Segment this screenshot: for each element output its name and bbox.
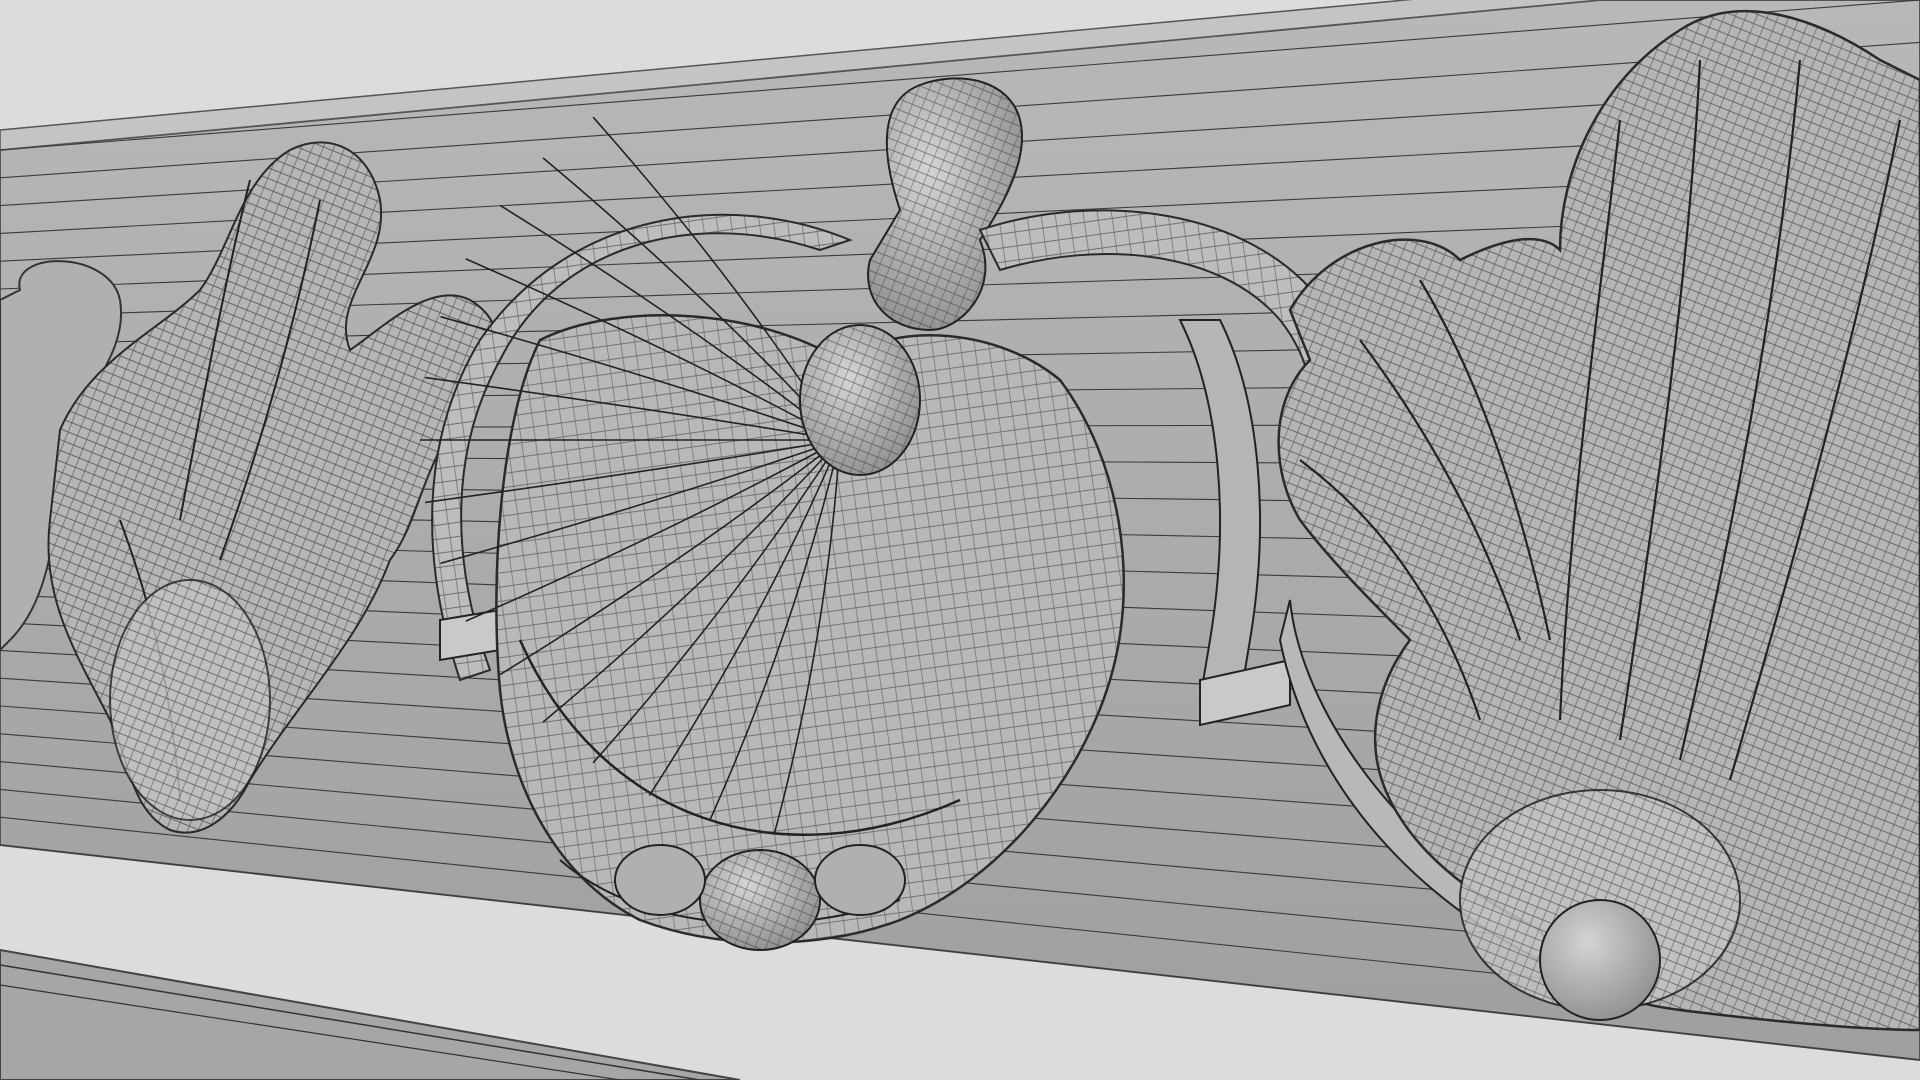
- mesh-scene: [0, 0, 1920, 1080]
- 3d-viewport[interactable]: [0, 0, 1920, 1080]
